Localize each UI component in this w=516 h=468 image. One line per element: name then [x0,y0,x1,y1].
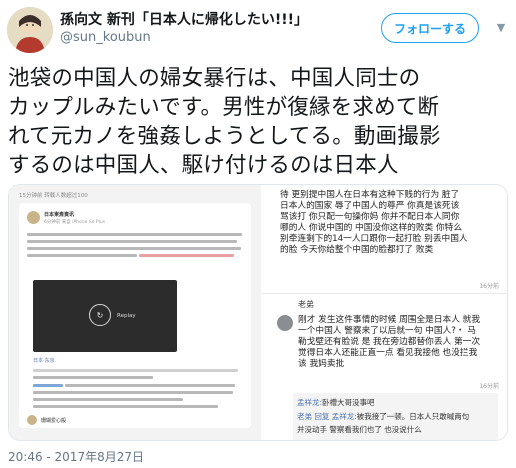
weibo-post-card: 日本東斎資讯 6分钟前 来自 iPhone Se Plus ↻ Replay 日… [19,203,251,428]
text-line [33,405,218,408]
comment-line: 觉得日本人还能正直一点 看见我接他 也没拦我 [298,348,478,358]
comment-line: 别牵连剩下的14一人口跟你一起打脸 别丢中国人 [280,234,468,244]
link-line [139,254,234,257]
commenter-avatar [277,315,293,331]
comment-line: 勒戈壁还有脸说 是 我在旁边都替你丢人 第一次 [298,337,481,347]
replay-label: Replay [117,313,136,319]
tweet-text: 池袋の中国人の婦女暴行は、中国人同士の カップルみたいです。男性が復縁を求めて断… [8,64,510,180]
reply-user: 老弟 回复 孟祥龙: [297,412,357,421]
user-link-line [33,384,63,387]
video-player[interactable]: ↻ Replay [33,280,177,352]
media-image-left[interactable]: 15分钟前 转载人数超过100 日本東斎資讯 6分钟前 来自 iPhone Se… [9,185,261,440]
tweet-line: するのは中国人、駆け付けるのは日本人 [8,153,399,178]
user-avatar[interactable] [7,7,53,53]
bottom-account: 珊瑚爱心般 [41,418,67,424]
text-line [27,247,241,250]
text-line [27,254,137,257]
chevron-down-icon[interactable]: ▼ [493,20,509,36]
media-image-right[interactable]: 待 更别提中国人在日本有这种下贱的行为 脏了 日本人的国家 辱了中国人的尊严 你… [262,185,507,440]
comment-line: 该 我妈卖批 [298,359,345,369]
comment-time: 16分前 [479,383,499,390]
divider [33,369,238,372]
account-name: 日本東斎資讯 [44,212,75,218]
text-line [27,233,242,236]
reply-quote: 孟祥龙:卧槽大哥没事吧 老弟 回复 孟祥龙:被我接了一顿。日本人只敢喊两句 并没… [293,393,498,440]
reply-text: 被我接了一顿。日本人只敢喊两句 [356,412,470,421]
text-line [33,398,183,401]
location-tag: 日本·东京 [33,358,55,364]
tweet-header: 孫向文 新刊「日本人に帰化したい!!!」 @sun_koubun フォローする … [0,0,516,60]
comment-line: 一个中国人 警察来了以后就一句 中国人?・ 马 [298,326,476,336]
text-line [65,384,235,387]
comment-line: 骂该打 你只配一句操你妈 你并不配日本人同你 [280,212,460,222]
comment-line: 刚才 发生这件事情的时候 周围全是日本人 就我 [298,315,481,325]
account-sub: 6分钟前 来自 iPhone Se Plus [44,220,106,225]
reply-line: 老弟 回复 孟祥龙:被我接了一顿。日本人只敢喊两句 [297,411,469,422]
comment-line: 日本人的国家 辱了中国人的尊严 你真是该死该 [280,201,460,211]
separator [262,293,507,294]
comment-line: 待 更别提中国人在日本有这种下贱的行为 脏了 [280,190,460,200]
reply-text: 并没动手 警察看我们也了 也没说什么 [297,425,422,434]
tweet-timestamp[interactable]: 20:46 - 2017年8月27日 [8,448,144,465]
comment-line: 哪的人 你说中国的 中国没你这样的败类 你特么 [280,223,463,233]
text-line [33,376,153,379]
reply-line: 并没动手 警察看我们也了 也没说什么 [297,424,422,435]
tweet-line: 池袋の中国人の婦女暴行は、中国人同士の [8,66,421,91]
display-name[interactable]: 孫向文 新刊「日本人に帰化したい!!!」 [60,9,308,29]
account-avatar [27,211,40,224]
tweet-media[interactable]: 15分钟前 转载人数超过100 日本東斎資讯 6分钟前 来自 iPhone Se… [8,184,508,441]
reply-line: 孟祥龙:卧槽大哥没事吧 [297,397,375,408]
tweet-line: れて元カノを強姦しようとしてる。動画撮影 [8,124,441,149]
reply-user: 孟祥龙: [297,398,323,407]
user-handle[interactable]: @sun_koubun [60,30,151,45]
commenter-name: 老弟 [298,300,314,309]
text-line [33,391,233,394]
tweet-line: カップルみたいです。男性が復縁を求めて断 [8,95,440,120]
comment-time: 16分前 [479,283,499,290]
text-line [27,240,237,243]
follow-button[interactable]: フォローする [381,13,479,43]
replay-icon[interactable]: ↻ [89,304,111,326]
commenter-avatar [27,415,37,425]
reply-text: 卧槽大哥没事吧 [322,398,375,407]
comment-line: 的脸 今天你给整个中国的脸都打了 败类 [280,245,434,255]
status-text: 15分钟前 转载人数超过100 [19,193,88,199]
